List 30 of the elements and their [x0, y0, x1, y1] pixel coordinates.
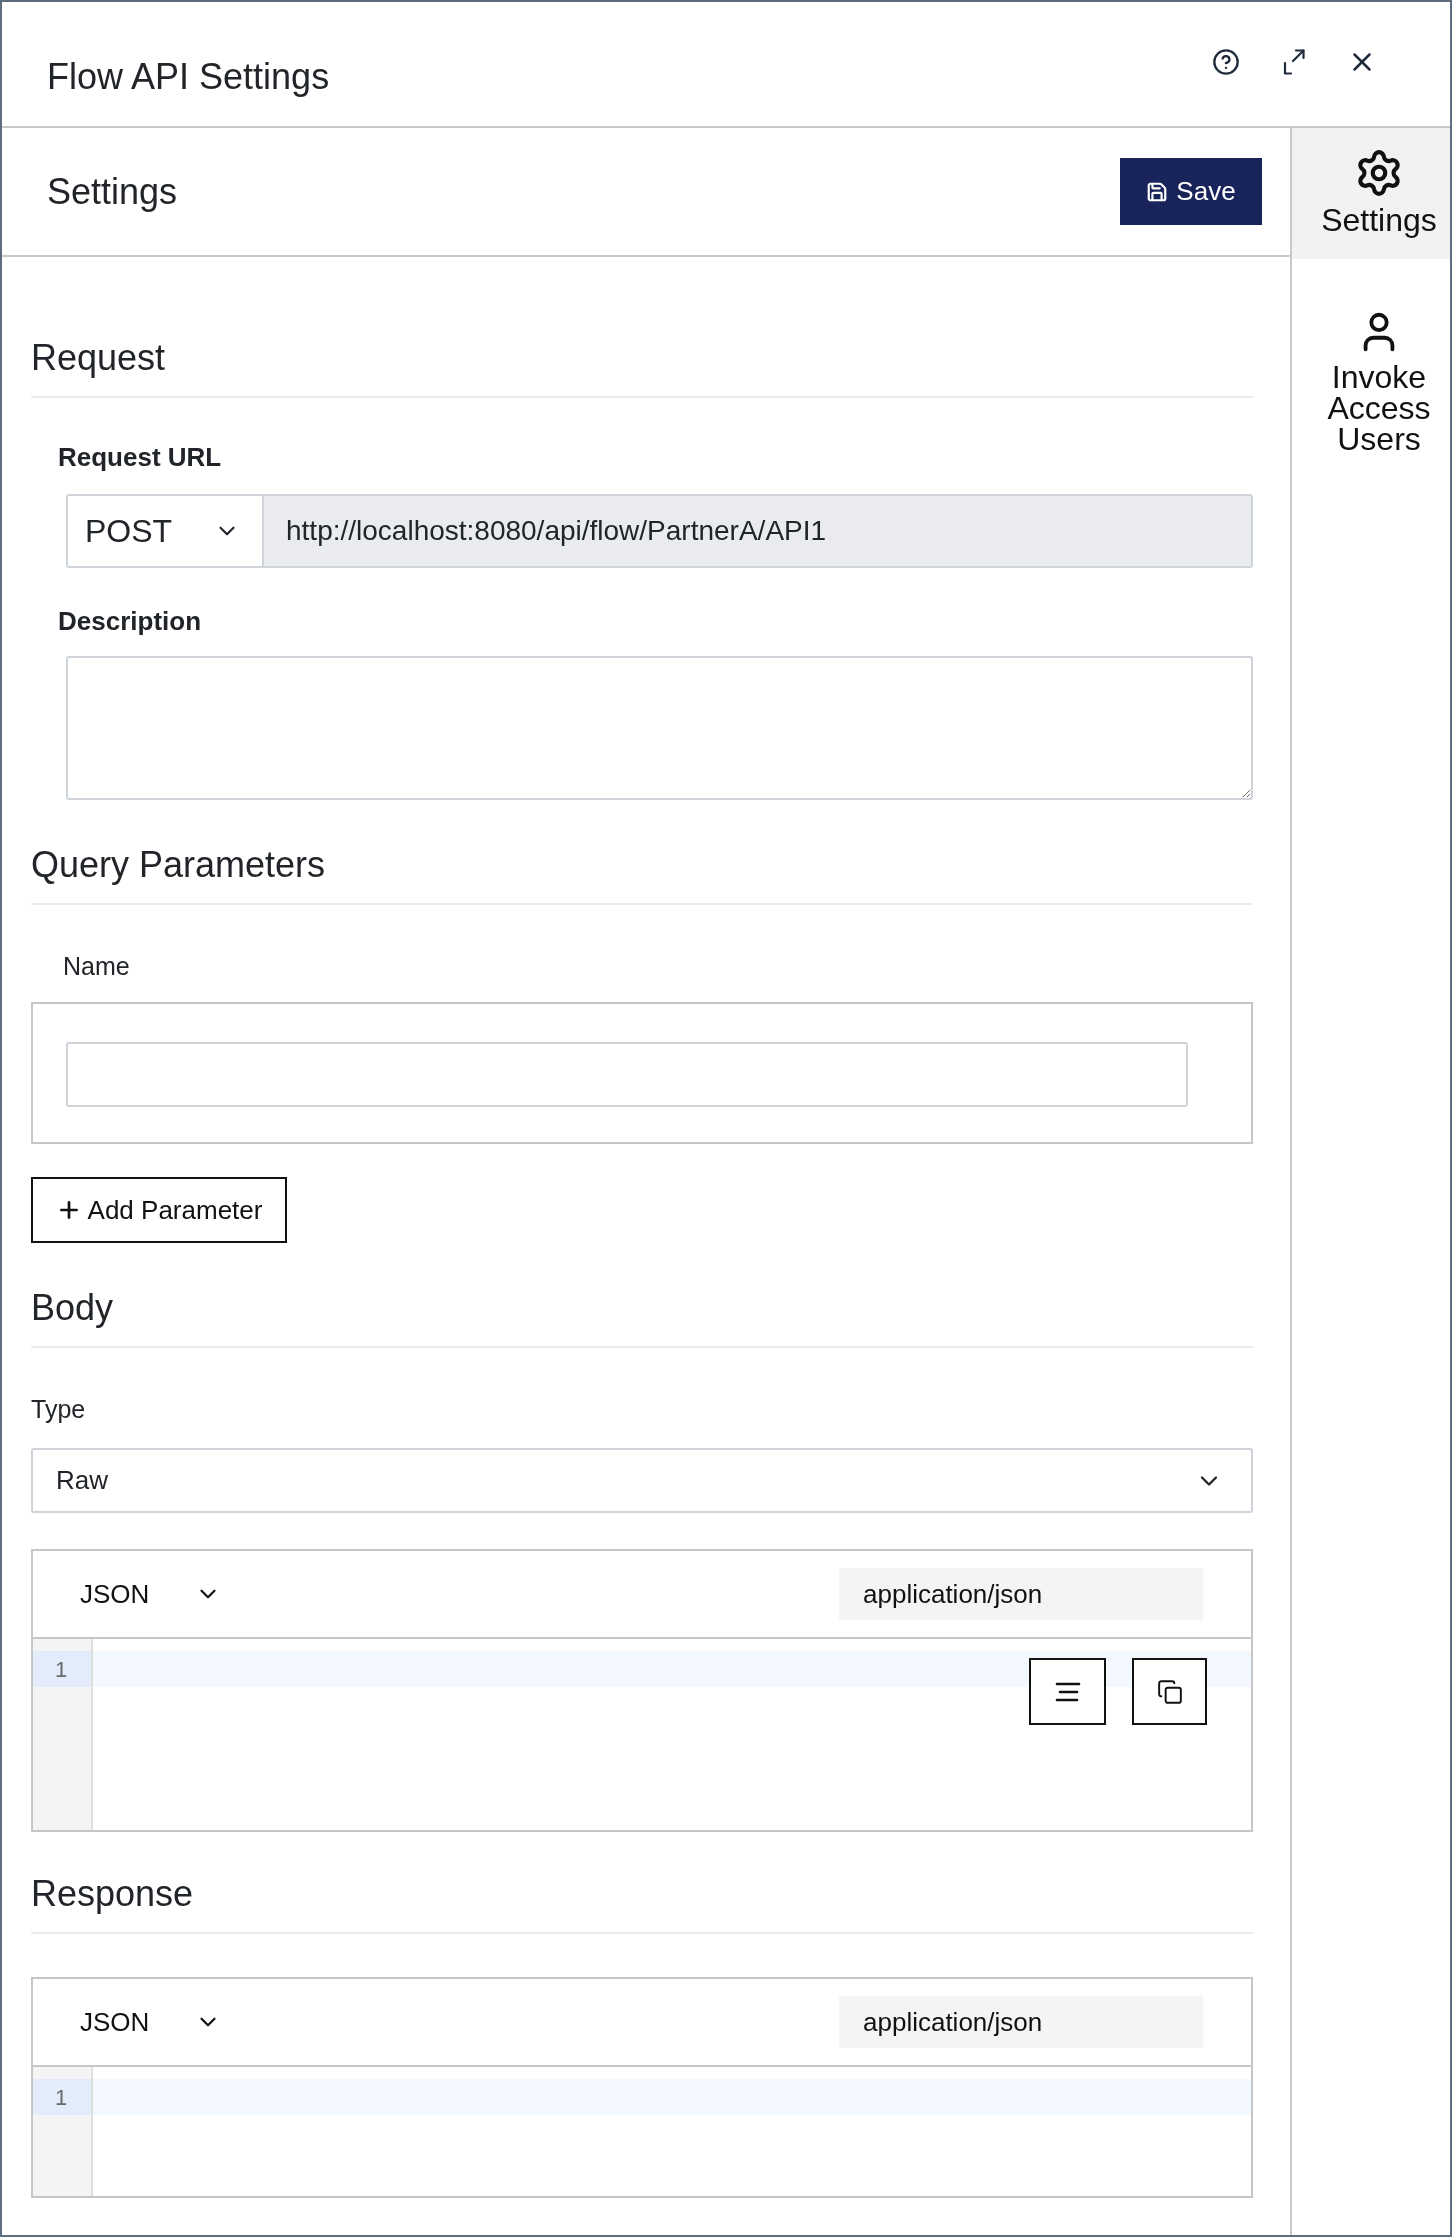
field-label: Request URL: [58, 442, 222, 472]
window-title: Flow API Settings: [47, 56, 330, 98]
parameter-name-field[interactable]: [66, 1042, 1188, 1107]
field-label: Description: [58, 606, 202, 636]
section-heading: Response: [31, 1873, 194, 1915]
copy-icon: [1156, 1678, 1183, 1705]
align-center-icon: [1054, 1681, 1081, 1702]
type-select[interactable]: Raw: [31, 1448, 1253, 1513]
popout-arrow-icon: [1283, 49, 1305, 75]
help-icon: [1212, 48, 1240, 76]
language-select[interactable]: JSON: [80, 1574, 222, 1614]
copy-button[interactable]: [1132, 1658, 1207, 1725]
description-field[interactable]: [66, 656, 1253, 800]
side-tab[interactable]: Settings: [1292, 128, 1450, 259]
language-select[interactable]: JSON: [80, 2002, 222, 2042]
content-type-field[interactable]: application/json: [839, 1996, 1203, 2048]
field-label: Type: [31, 1394, 86, 1424]
line-number: 1: [33, 2079, 91, 2115]
content-type-field[interactable]: application/json: [839, 1568, 1203, 1620]
line-number: 1: [33, 1651, 91, 1687]
section-heading: Request: [31, 337, 166, 379]
add-parameter-button[interactable]: Add Parameter: [31, 1177, 287, 1243]
section-heading: Query Parameters: [31, 844, 326, 886]
section-heading: Body: [31, 1287, 114, 1329]
panel-title: Settings: [47, 170, 178, 213]
column-header: Name: [63, 951, 130, 981]
save-button[interactable]: Save: [1120, 158, 1262, 225]
method-select[interactable]: POST: [66, 494, 264, 568]
url-field[interactable]: http://localhost:8080/api/flow/PartnerA/API1: [264, 494, 1253, 568]
format-button[interactable]: [1029, 1658, 1106, 1725]
